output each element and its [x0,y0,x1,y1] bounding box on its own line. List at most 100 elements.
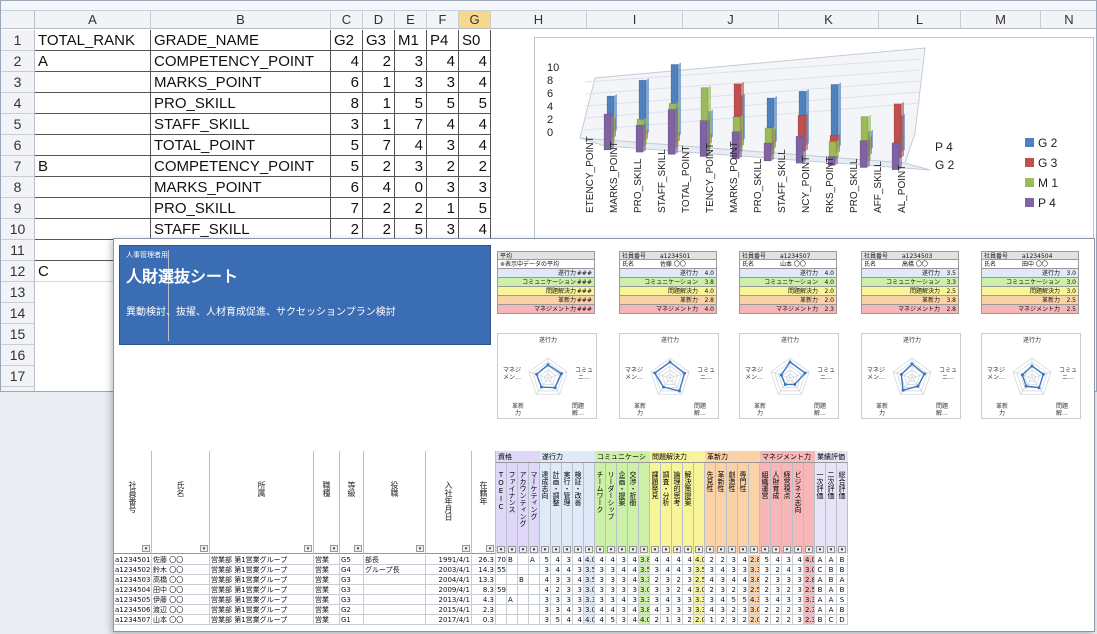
cell-yrs[interactable]: 4.3 [472,595,496,605]
cell-score[interactable]: 2 [727,585,738,595]
filter-dropdown-icon[interactable]: ▾ [739,546,747,553]
cell-score[interactable]: 3.3 [584,595,595,605]
cell-id[interactable]: a1234505 [114,595,152,605]
cell-pos[interactable] [364,575,426,585]
cell-score[interactable]: 4 [628,615,639,625]
cell-grade[interactable]: G3 [340,575,364,585]
cell-score[interactable]: 3 [628,595,639,605]
cell-qualification[interactable] [518,615,529,625]
cell-score[interactable]: 5 [738,595,749,605]
cell-score[interactable]: 2 [705,555,716,565]
cell-e1[interactable]: M1 [395,30,427,51]
cell-score[interactable]: 2 [771,615,782,625]
row-header-9[interactable]: 9 [1,198,35,219]
select-all-corner[interactable] [1,11,35,29]
column-header-8[interactable]: 在籍年 ▾ [472,451,496,554]
cell-evaluation[interactable]: B [826,565,837,575]
filter-dropdown-icon[interactable]: ▾ [304,545,312,552]
cell-score[interactable]: 2 [650,575,661,585]
row-header-11[interactable]: 11 [1,240,35,261]
cell-grade[interactable]: G3 [340,595,364,605]
cell-score[interactable]: 4 [683,555,694,565]
cell-qualification[interactable]: A [507,595,518,605]
cell-score[interactable]: 3.5 [694,565,705,575]
cell-yrs[interactable]: 8.3 [472,585,496,595]
cell-qualification[interactable] [518,595,529,605]
cell-score[interactable]: 3 [606,595,617,605]
cell-score[interactable]: 1 [661,615,672,625]
cell-job[interactable]: 営業 [314,555,340,565]
cell-score[interactable]: 3 [617,555,628,565]
cell-name[interactable]: 鈴木 〇〇 [152,565,210,575]
filter-dropdown-icon[interactable]: ▾ [596,546,604,553]
row-header-18[interactable]: 18 [1,387,35,391]
filter-dropdown-icon[interactable]: ▾ [816,546,824,553]
cell-score[interactable]: 3 [782,575,793,585]
filter-dropdown-icon[interactable]: ▾ [717,546,725,553]
cell-score[interactable]: 4 [628,575,639,585]
cell-dept[interactable]: 営業部 第1営業グループ [210,585,314,595]
cell-qualification[interactable] [518,585,529,595]
cell-e8[interactable]: 0 [395,177,427,198]
cell-dept[interactable]: 営業部 第1営業グループ [210,555,314,565]
cell-score[interactable]: 5 [540,555,551,565]
cell-score[interactable]: 4 [771,595,782,605]
cell-score[interactable]: 3 [760,595,771,605]
cell-score[interactable]: 3 [540,565,551,575]
table-row[interactable]: a1234505 伊藤 〇〇 営業部 第1営業グループ 営業 G3 2013/4/1 4.3… [114,595,1094,605]
cell-d8[interactable]: 4 [363,177,395,198]
cell-b10[interactable]: STAFF_SKILL [151,219,331,240]
average-sub-header[interactable]: ▾ [749,463,760,554]
cell-score[interactable]: 4 [617,595,628,605]
cell-score[interactable]: 3 [793,615,804,625]
cell-evaluation[interactable]: B [826,575,837,585]
column-header-c[interactable]: C [331,11,363,29]
cell-evaluation[interactable]: A [815,555,826,565]
cell-evaluation[interactable]: B [837,585,848,595]
cell-c7[interactable]: 5 [331,156,363,177]
filter-dropdown-icon[interactable]: ▾ [552,546,560,553]
cell-score[interactable]: 4 [606,555,617,565]
cell-evaluation[interactable]: A [826,595,837,605]
cell-f9[interactable]: 1 [427,198,459,219]
cell-id[interactable]: a1234504 [114,585,152,595]
cell-a1[interactable]: TOTAL_RANK [35,30,151,51]
cell-job[interactable]: 営業 [314,615,340,625]
cell-score[interactable]: 3 [760,565,771,575]
cell-evaluation[interactable]: A [815,575,826,585]
cell-qualification[interactable] [507,585,518,595]
cell-dept[interactable]: 営業部 第1営業グループ [210,615,314,625]
cell-b6[interactable]: TOTAL_POINT [151,135,331,156]
cell-f3[interactable]: 3 [427,72,459,93]
cell-score[interactable]: 4 [595,615,606,625]
cell-f1[interactable]: P4 [427,30,459,51]
cell-score[interactable]: 3 [683,595,694,605]
cell-score[interactable]: 4 [562,565,573,575]
column-header-3[interactable]: 所属 ▾ [210,451,314,554]
cell-f4[interactable]: 5 [427,93,459,114]
cell-score[interactable]: 2 [760,585,771,595]
table-row[interactable]: a1234503 高橋 〇〇 営業部 第1営業グループ 営業 G3 2004/4/1 13.… [114,575,1094,585]
column-header-k[interactable]: K [779,11,879,29]
cell-score[interactable]: 4 [606,605,617,615]
cell-date[interactable]: 2015/4/1 [426,605,472,615]
cell-score[interactable]: 3 [738,585,749,595]
cell-score[interactable]: 3.3 [694,605,705,615]
filter-dropdown-icon[interactable]: ▾ [585,546,593,553]
cell-grade[interactable]: G5 [340,555,364,565]
cell-g10[interactable]: 4 [459,219,491,240]
cell-score[interactable]: 3.5 [584,575,595,585]
sub-header[interactable]: 課題発見 ▾ [650,463,661,554]
cell-score[interactable]: 2.3 [804,615,815,625]
cell-date[interactable]: 2004/4/1 [426,575,472,585]
cell-score[interactable]: 5 [727,595,738,605]
cell-pos[interactable] [364,605,426,615]
sub-header[interactable]: 人財育成 ▾ [771,463,782,554]
cell-score[interactable]: 3.8 [639,555,650,565]
cell-score[interactable]: 4 [716,565,727,575]
cell-score[interactable]: 4 [793,555,804,565]
cell-toeic[interactable] [496,575,507,585]
cell-qualification[interactable] [529,595,540,605]
filter-dropdown-icon[interactable]: ▾ [563,546,571,553]
cell-g5[interactable]: 4 [459,114,491,135]
